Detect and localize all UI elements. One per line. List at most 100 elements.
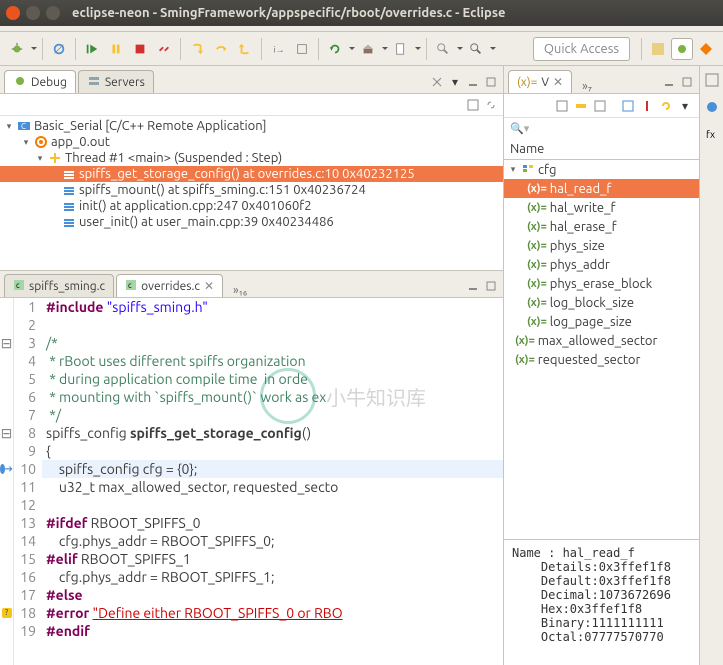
tab-label: Debug — [31, 76, 67, 89]
skip-breakpoints-icon[interactable] — [48, 38, 70, 60]
frame-label: spiffs_get_storage_config() at overrides… — [79, 167, 415, 181]
minimize-icon[interactable] — [26, 6, 40, 20]
new-icon[interactable] — [390, 38, 412, 60]
view-menu-icon[interactable]: ▾ — [447, 74, 463, 90]
var-item[interactable]: (x)=hal_read_f — [504, 179, 699, 198]
var-item[interactable]: (x)=phys_addr — [504, 255, 699, 274]
tab-file[interactable]: c spiffs_sming.c — [4, 274, 114, 297]
pause-icon[interactable] — [105, 38, 127, 60]
var-item[interactable]: (x)=phys_size — [504, 236, 699, 255]
expressions-icon[interactable]: fx — [704, 126, 720, 145]
launch-node[interactable]: C Basic_Serial [C/C++ Remote Application… — [0, 118, 503, 134]
dropdown-icon[interactable] — [456, 38, 463, 60]
gutter: ⊟ ⊟ ➔ ? — [0, 298, 14, 665]
perspective-debug-icon[interactable] — [671, 38, 693, 60]
stack-frame[interactable]: spiffs_get_storage_config() at overrides… — [0, 166, 503, 182]
stack-frame[interactable]: user_init() at user_main.cpp:39 0x402344… — [0, 214, 503, 230]
frame-label: init() at application.cpp:247 0x401060f2 — [79, 199, 312, 213]
minimize-view-icon[interactable] — [465, 74, 481, 90]
open-type-icon[interactable] — [432, 38, 454, 60]
thread-icon — [48, 151, 62, 165]
var-item[interactable]: (x)=max_allowed_sector — [504, 331, 699, 350]
tab-variables[interactable]: (x)= V ✕ — [508, 70, 572, 93]
show-logical-icon[interactable] — [573, 98, 589, 114]
more-tabs[interactable]: »₁₆ — [233, 284, 247, 297]
svg-text:c: c — [128, 281, 132, 290]
variables-tabs: (x)= V ✕ »₇ — [504, 66, 699, 94]
outline-icon[interactable] — [704, 72, 720, 91]
bug-icon — [13, 74, 27, 91]
dropdown-icon[interactable] — [414, 38, 421, 60]
link-icon[interactable] — [483, 97, 499, 113]
dropdown-icon[interactable] — [381, 38, 388, 60]
var-item[interactable]: (x)=phys_erase_block — [504, 274, 699, 293]
var-struct[interactable]: cfg — [504, 160, 699, 179]
collapse-all-icon[interactable] — [465, 97, 481, 113]
svg-text:i→: i→ — [274, 44, 285, 54]
thread-node[interactable]: Thread #1 <main> (Suspended : Step) — [0, 150, 503, 166]
pin-icon[interactable] — [639, 98, 655, 114]
variable-details: Name : hal_read_f Details:0x3ffef1f8 Def… — [504, 539, 699, 665]
var-item[interactable]: (x)=hal_write_f — [504, 198, 699, 217]
maximize-icon[interactable] — [46, 6, 60, 20]
dropdown-icon[interactable] — [30, 38, 37, 60]
process-node[interactable]: app_0.out — [0, 134, 503, 150]
quick-access-field[interactable]: Quick Access — [533, 37, 630, 61]
minimize-view-icon[interactable] — [465, 278, 481, 294]
more-tabs[interactable]: »₇ — [582, 80, 592, 93]
maximize-view-icon[interactable] — [679, 74, 695, 90]
add-watch-icon[interactable] — [620, 98, 636, 114]
main-toolbar: i→ Quick Access — [0, 32, 723, 66]
breakpoints-icon[interactable] — [704, 99, 720, 118]
maximize-view-icon[interactable] — [483, 278, 499, 294]
perspective-cpp-icon[interactable] — [647, 38, 669, 60]
column-header[interactable]: Name — [504, 138, 699, 160]
maximize-view-icon[interactable] — [483, 74, 499, 90]
code-editor[interactable]: 小牛知识库 ⊟ ⊟ ➔ ? 123 456 789 101112 131415 … — [0, 298, 503, 665]
var-item[interactable]: (x)=log_block_size — [504, 293, 699, 312]
search-icon[interactable] — [465, 38, 487, 60]
refresh-icon[interactable] — [658, 98, 674, 114]
disconnect-icon[interactable] — [153, 38, 175, 60]
stack-frame[interactable]: spiffs_mount() at spiffs_sming.c:151 0x4… — [0, 182, 503, 198]
var-item[interactable]: (x)=requested_sector — [504, 350, 699, 369]
show-type-icon[interactable] — [554, 98, 570, 114]
search-icon[interactable]: 🔍▾ — [510, 122, 529, 135]
perspective-git-icon[interactable] — [695, 38, 717, 60]
dropdown-icon[interactable] — [489, 38, 496, 60]
stop-icon[interactable] — [129, 38, 151, 60]
launch-label: Basic_Serial [C/C++ Remote Application] — [34, 119, 267, 133]
warning-icon[interactable]: ? — [2, 608, 12, 618]
close-tab-icon[interactable]: ✕ — [553, 75, 563, 89]
close-icon[interactable] — [6, 6, 20, 20]
drop-frame-icon[interactable] — [291, 38, 313, 60]
step-over-icon[interactable] — [210, 38, 232, 60]
var-item[interactable]: (x)=hal_erase_f — [504, 217, 699, 236]
svg-text:fx: fx — [706, 129, 715, 140]
tab-servers[interactable]: Servers — [78, 70, 154, 93]
minimize-view-icon[interactable] — [661, 74, 677, 90]
close-tab-icon[interactable]: ✕ — [204, 279, 214, 293]
step-return-icon[interactable] — [234, 38, 256, 60]
remove-terminated-icon[interactable] — [429, 74, 445, 90]
view-menu-icon[interactable]: ▾ — [677, 98, 693, 114]
tab-label: overrides.c — [141, 280, 200, 293]
restart-icon[interactable] — [324, 38, 346, 60]
code-content[interactable]: #include "spiffs_sming.h" /* * rBoot use… — [42, 298, 503, 665]
frame-label: user_init() at user_main.cpp:39 0x402344… — [79, 215, 334, 229]
tab-label: Servers — [105, 76, 145, 89]
stackframe-icon — [62, 183, 76, 197]
collapse-icon[interactable] — [592, 98, 608, 114]
dropdown-icon[interactable] — [348, 38, 355, 60]
var-item[interactable]: (x)=log_page_size — [504, 312, 699, 331]
step-into-icon[interactable] — [186, 38, 208, 60]
c-file-icon: c — [13, 279, 25, 294]
svg-text:c: c — [16, 281, 20, 290]
instruction-step-icon[interactable]: i→ — [267, 38, 289, 60]
tab-file-active[interactable]: c overrides.c ✕ — [116, 274, 223, 297]
stack-frame[interactable]: init() at application.cpp:247 0x401060f2 — [0, 198, 503, 214]
build-icon[interactable] — [357, 38, 379, 60]
tab-debug[interactable]: Debug — [4, 70, 76, 93]
resume-icon[interactable] — [81, 38, 103, 60]
debug-icon[interactable] — [6, 38, 28, 60]
